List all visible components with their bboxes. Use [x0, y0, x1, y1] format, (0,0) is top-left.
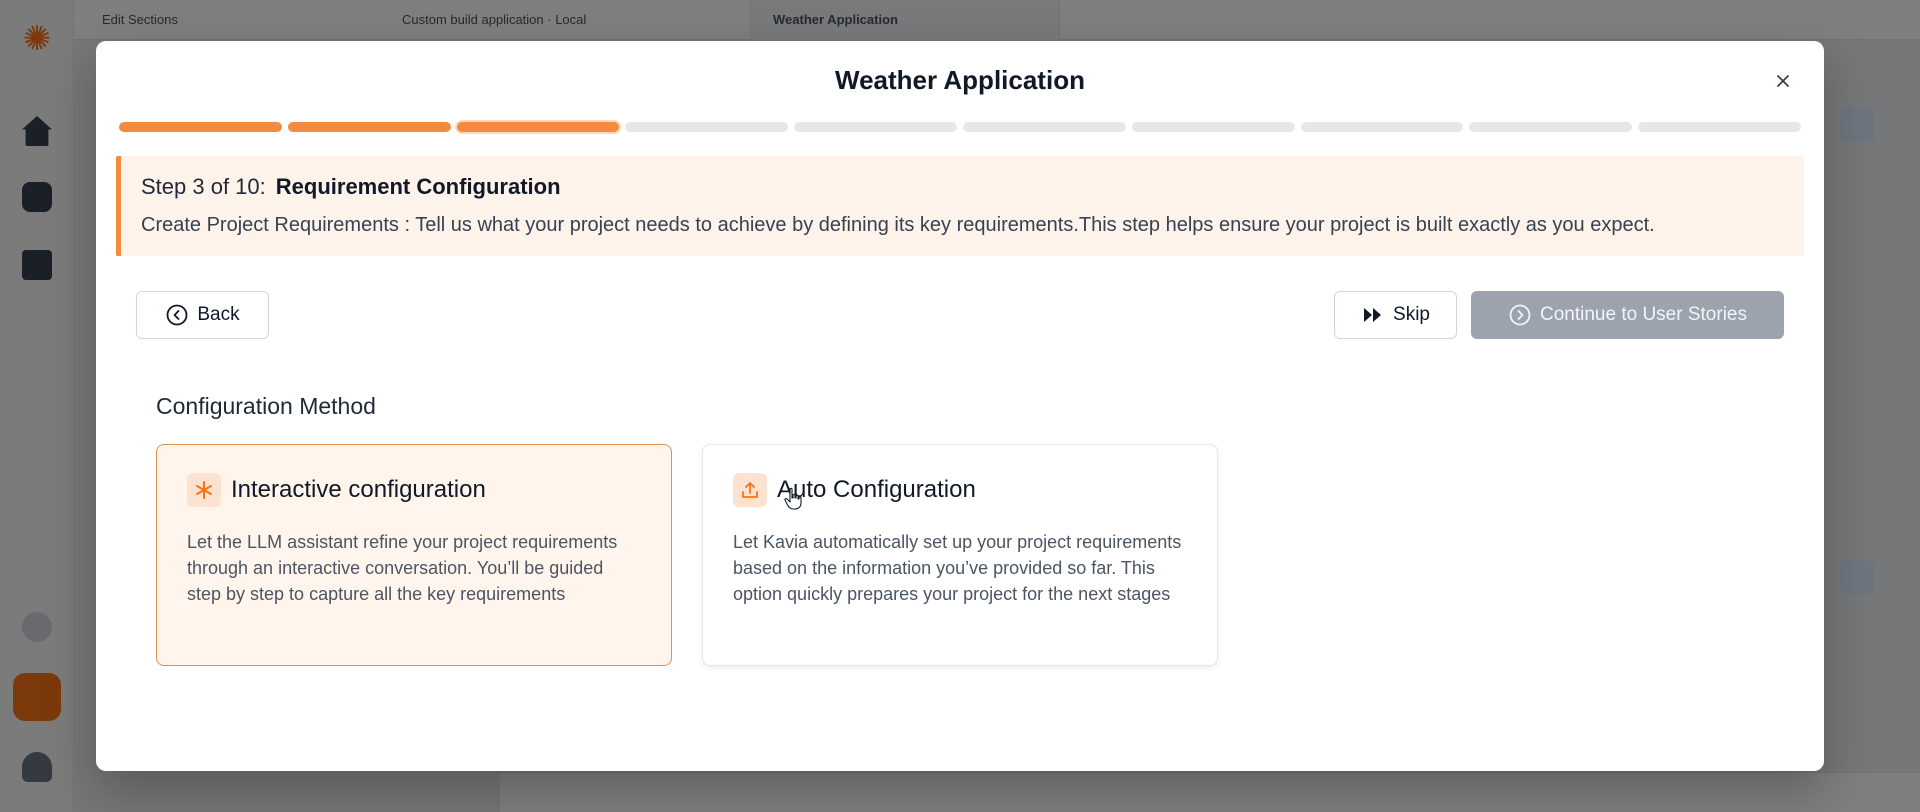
chevron-left-circle-icon: [166, 304, 188, 326]
step-description: Create Project Requirements : Tell us wh…: [141, 214, 1655, 236]
back-button-label: Back: [197, 304, 240, 325]
continue-button[interactable]: Continue to User Stories: [1471, 291, 1784, 339]
modal-title: Weather Application: [835, 65, 1085, 95]
close-button[interactable]: [1760, 58, 1806, 104]
upload-icon: [733, 473, 767, 507]
skip-button[interactable]: Skip: [1334, 291, 1457, 339]
card-description: Let the LLM assistant refine your projec…: [187, 532, 618, 604]
close-icon: [1777, 75, 1789, 87]
hand-pointer-icon: [784, 487, 802, 510]
progress-segment: [1300, 122, 1464, 132]
progress-segment: [287, 122, 451, 132]
wizard-modal: Weather Application Step 3 of 10: Requir…: [96, 41, 1824, 771]
progress-segment: [1131, 122, 1295, 132]
chevron-right-circle-icon: [1509, 304, 1531, 326]
step-name: Requirement Configuration: [275, 174, 561, 199]
fast-forward-icon: [1364, 308, 1382, 322]
progress-segment: [1469, 122, 1633, 132]
progress-segment: [1638, 122, 1801, 132]
skip-button-label: Skip: [1393, 304, 1430, 325]
progress-segment: [625, 122, 789, 132]
progress-segment: [456, 122, 620, 132]
back-button[interactable]: Back: [136, 291, 269, 339]
section-title: Configuration Method: [156, 393, 376, 419]
step-banner: Step 3 of 10: Requirement Configuration …: [116, 156, 1804, 256]
card-title: Auto Configuration: [777, 476, 976, 503]
continue-button-label: Continue to User Stories: [1540, 304, 1747, 325]
step-counter: Step 3 of 10:: [141, 174, 266, 199]
asterisk-icon: [187, 473, 221, 507]
interactive-configuration-card[interactable]: Interactive configuration Let the LLM as…: [156, 444, 672, 666]
progress-segment: [119, 122, 282, 132]
progress-segment: [794, 122, 957, 132]
card-description: Let Kavia automatically set up your proj…: [733, 532, 1182, 604]
step-progress-bar: [119, 122, 1801, 132]
progress-segment: [962, 122, 1126, 132]
auto-configuration-card[interactable]: Auto Configuration Let Kavia automatical…: [702, 444, 1218, 666]
card-title: Interactive configuration: [231, 476, 486, 503]
